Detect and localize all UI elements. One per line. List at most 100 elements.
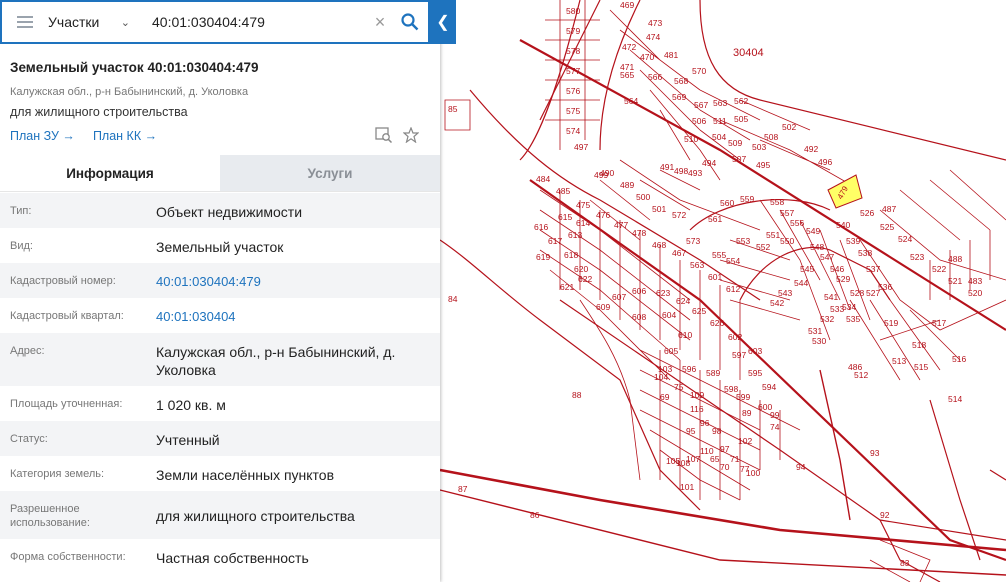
clear-icon[interactable]: ×: [368, 12, 392, 33]
info-key: Разрешенное использование:: [10, 503, 90, 529]
parcel-number-label: 618: [564, 250, 578, 260]
plan-zu-link[interactable]: План ЗУ →: [10, 129, 75, 143]
search-type-select[interactable]: Участки ⌄: [48, 14, 138, 30]
parcel-number-label: 509: [728, 138, 742, 148]
parcel-number-label: 506: [692, 116, 706, 126]
parcel-number-label: 621: [560, 282, 574, 292]
parcel-number-label: 626: [710, 318, 724, 328]
parcel-number-label: 573: [686, 236, 700, 246]
info-panel: Участки ⌄ 40:01:030404:479 × Земельный у…: [0, 0, 440, 582]
parcel-number-label: 537: [866, 264, 880, 274]
parcel-number-label: 533: [830, 304, 844, 314]
parcel-number-label: 568: [674, 76, 688, 86]
parcel-number-label: 540: [836, 220, 850, 230]
parcel-number-label: 501: [652, 204, 666, 214]
parcel-number-label: 595: [748, 368, 762, 378]
parcel-number-label: 110: [700, 446, 714, 456]
cadastral-quarter-link[interactable]: 40:01:030404: [156, 298, 430, 333]
tab-services[interactable]: Услуги: [220, 155, 440, 191]
chevron-down-icon: ⌄: [120, 16, 130, 29]
info-key: Кадастровый квартал:: [10, 310, 124, 322]
parcel-number-label: 599: [736, 392, 750, 402]
search-map-icon[interactable]: [375, 127, 393, 148]
parcel-title: Земельный участок 40:01:030404:479: [10, 60, 259, 75]
parcel-number-label: 85: [448, 104, 458, 114]
parcel-number-label: 474: [646, 32, 660, 42]
parcel-number-label: 617: [548, 236, 562, 246]
info-row-permitted-use: Разрешенное использование: для жилищного…: [0, 491, 440, 539]
parcel-number-label: 516: [952, 354, 966, 364]
menu-icon[interactable]: [2, 21, 48, 23]
info-value: Земли населённых пунктов: [156, 467, 335, 483]
parcel-number-label: 102: [738, 436, 752, 446]
parcel-number-label: 547: [820, 252, 834, 262]
parcel-number-label: 520: [968, 288, 982, 298]
parcel-number-label: 497: [574, 142, 588, 152]
parcel-number-label: 579: [566, 26, 580, 36]
parcel-number-label: 603: [748, 346, 762, 356]
parcel-number-label: 559: [740, 194, 754, 204]
parcel-number-label: 561: [708, 214, 722, 224]
parcel-number-label: 577: [566, 66, 580, 76]
collapse-panel-button[interactable]: ❮: [430, 0, 456, 44]
info-key: Кадастровый номер:: [10, 275, 116, 287]
parcel-number-label: 555: [712, 250, 726, 260]
parcel-number-label: 95: [686, 426, 696, 436]
info-row-cadastral-quarter: Кадастровый квартал: 40:01:030404: [0, 298, 440, 333]
parcel-number-label: 481: [664, 50, 678, 60]
search-input[interactable]: 40:01:030404:479: [138, 14, 368, 30]
parcel-number-label: 469: [620, 0, 634, 10]
cadastral-number-link[interactable]: 40:01:030404:479: [156, 263, 430, 298]
parcel-number-label: 532: [820, 314, 834, 324]
parcel-number-label: 70: [720, 462, 730, 472]
parcel-number-label: 477: [614, 220, 628, 230]
search-icon[interactable]: [392, 13, 428, 31]
parcel-number-label: 545: [800, 264, 814, 274]
parcel-number-label: 99: [770, 410, 780, 420]
parcel-number-label: 560: [720, 198, 734, 208]
parcel-number-label: 515: [914, 362, 928, 372]
parcel-number-label: 478: [632, 228, 646, 238]
parcel-number-label: 75: [674, 382, 684, 392]
info-key: Вид:: [10, 240, 33, 252]
parcel-number-label: 517: [932, 318, 946, 328]
parcel-number-label: 602: [728, 332, 742, 342]
parcel-number-label: 615: [558, 212, 572, 222]
plan-kk-link[interactable]: План КК →: [93, 129, 157, 143]
tab-information[interactable]: Информация: [0, 155, 220, 191]
parcel-number-label: 103: [658, 364, 672, 374]
info-value: Частная собственность: [156, 550, 309, 566]
parcel-number-label: 522: [932, 264, 946, 274]
parcel-address: Калужская обл., р-н Бабынинский, д. Укол…: [10, 86, 249, 98]
info-value: Учтенный: [156, 432, 220, 448]
parcel-number-label: 594: [762, 382, 776, 392]
parcel-number-label: 514: [948, 394, 962, 404]
parcel-number-label: 554: [726, 256, 740, 266]
parcel-number-label: 535: [846, 314, 860, 324]
info-value: Земельный участок: [156, 239, 284, 255]
parcel-number-label: 563: [690, 260, 704, 270]
parcel-number-label: 475: [576, 200, 590, 210]
parcel-number-label: 496: [818, 157, 832, 167]
parcel-number-label: 578: [566, 46, 580, 56]
parcel-number-label: 503: [752, 142, 766, 152]
parcel-number-label: 487: [882, 204, 896, 214]
parcel-number-label: 552: [756, 242, 770, 252]
favorite-star-icon[interactable]: [402, 126, 420, 148]
parcel-number-label: 531: [808, 326, 822, 336]
parcel-number-label: 488: [948, 254, 962, 264]
parcel-number-label: 549: [806, 226, 820, 236]
parcel-number-label: 575: [566, 106, 580, 116]
parcel-number-label: 569: [672, 92, 686, 102]
parcel-number-label: 542: [770, 298, 784, 308]
info-row-ownership: Форма собственности: Частная собственнос…: [0, 539, 440, 574]
info-row-kind: Вид: Земельный участок: [0, 228, 440, 263]
parcel-number-label: 541: [824, 292, 838, 302]
parcel-number-label: 551: [766, 230, 780, 240]
parcel-number-label: 495: [756, 160, 770, 170]
parcel-number-label: 557: [780, 208, 794, 218]
parcel-number-label: 539: [846, 236, 860, 246]
parcel-number-label: 619: [536, 252, 550, 262]
parcel-number-label: 521: [948, 276, 962, 286]
parcel-number-label: 489: [620, 180, 634, 190]
